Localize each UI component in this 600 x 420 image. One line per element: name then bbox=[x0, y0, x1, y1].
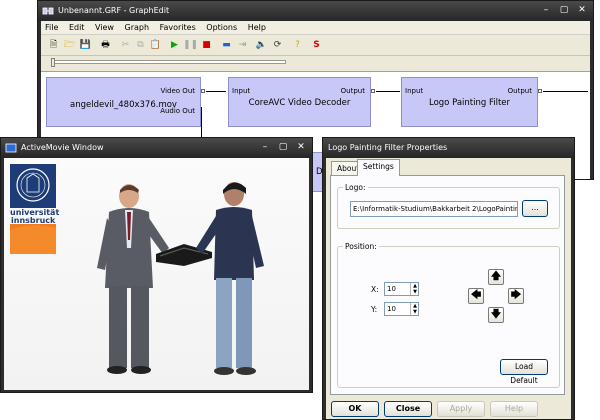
close-button[interactable]: Close bbox=[384, 401, 432, 417]
minimize-icon[interactable]: – bbox=[258, 141, 272, 154]
logo-text-line2: innsbruck bbox=[11, 216, 56, 225]
x-label: X: bbox=[371, 285, 379, 294]
menu-edit[interactable]: Edit bbox=[65, 21, 89, 32]
y-label: Y: bbox=[371, 305, 378, 314]
new-file-icon[interactable]: 🗎 bbox=[46, 38, 61, 53]
activemovie-titlebar[interactable]: ActiveMovie Window – ▢ ✕ bbox=[1, 138, 312, 158]
connection-2 bbox=[376, 91, 400, 92]
video-frame: universität innsbruck bbox=[4, 158, 309, 390]
menu-bar: File Edit View Graph Favorites Options H… bbox=[41, 21, 590, 35]
filter-decoder-name: CoreAVC Video Decoder bbox=[248, 98, 351, 108]
step-icon[interactable]: ⇥ bbox=[235, 38, 250, 53]
tab-settings[interactable]: Settings bbox=[357, 159, 400, 176]
hint-icon[interactable]: ? bbox=[290, 38, 305, 53]
pin-logo-input[interactable]: Input bbox=[405, 87, 423, 95]
pin-output-connector[interactable] bbox=[371, 89, 375, 93]
minimize-icon[interactable]: – bbox=[539, 4, 553, 17]
arrow-right-icon[interactable]: 🡆 bbox=[508, 288, 524, 304]
cut-icon[interactable]: ✂ bbox=[118, 38, 133, 53]
speaker-icon[interactable]: 🔈 bbox=[254, 38, 269, 53]
browse-button[interactable]: ... bbox=[522, 200, 548, 217]
print-icon[interactable]: 🖶 bbox=[98, 38, 113, 53]
logo-group: Logo: E:\Informatik-Studium\Bakkarbeit 2… bbox=[337, 183, 560, 229]
seek-thumb[interactable] bbox=[51, 58, 55, 67]
close-icon[interactable]: ✕ bbox=[294, 141, 308, 154]
young-man-figure bbox=[196, 182, 264, 375]
load-default-button[interactable]: Load Default bbox=[500, 359, 548, 385]
man-in-suit-figure bbox=[97, 184, 169, 374]
copy-icon[interactable]: ⧉ bbox=[133, 38, 148, 53]
settings-panel: Logo: E:\Informatik-Studium\Bakkarbeit 2… bbox=[330, 175, 565, 395]
graphedit-title: Unbenannt.GRF - GraphEdit bbox=[58, 6, 170, 15]
pin-video-out-connector[interactable] bbox=[201, 89, 205, 93]
y-spinner[interactable]: ▲ ▼ bbox=[410, 303, 419, 315]
pin-logo-output[interactable]: Output bbox=[508, 87, 532, 95]
open-folder-icon[interactable]: 🗁 bbox=[62, 38, 77, 53]
position-group-label: Position: bbox=[343, 242, 379, 251]
menu-options[interactable]: Options bbox=[202, 21, 241, 32]
filter-logo-painting[interactable]: Logo Painting Filter Input Output bbox=[401, 77, 538, 127]
help-button[interactable]: Help bbox=[490, 401, 538, 417]
menu-graph[interactable]: Graph bbox=[121, 21, 154, 32]
arrow-up-icon[interactable]: 🡅 bbox=[488, 269, 504, 285]
filter-source[interactable]: angeldevil_480x376.mov Video Out Audio O… bbox=[46, 77, 201, 127]
toolbar: 🗎 🗁 💾 🖶 ✂ ⧉ 📋 ▶ ❚❚ ■ ▬ ⇥ 🔈 ⟳ ? S bbox=[41, 35, 590, 56]
save-icon[interactable]: 💾 bbox=[78, 38, 93, 53]
pin-output[interactable]: Output bbox=[341, 87, 365, 95]
play-icon[interactable]: ▶ bbox=[167, 38, 182, 53]
menu-view[interactable]: View bbox=[91, 21, 118, 32]
maximize-icon[interactable]: ▢ bbox=[557, 4, 571, 17]
activemovie-app-icon bbox=[5, 143, 17, 153]
stop-icon[interactable]: ■ bbox=[199, 38, 214, 53]
ok-button[interactable]: OK bbox=[331, 401, 379, 417]
close-icon[interactable]: ✕ bbox=[575, 4, 589, 17]
properties-titlebar[interactable]: Logo Painting Filter Properties bbox=[323, 138, 574, 158]
pin-input[interactable]: Input bbox=[232, 87, 250, 95]
sync-icon[interactable]: S bbox=[309, 38, 324, 53]
graphedit-titlebar[interactable]: Unbenannt.GRF - GraphEdit – ▢ ✕ bbox=[38, 1, 593, 21]
menu-help[interactable]: Help bbox=[244, 21, 270, 32]
filter-logo-painting-name: Logo Painting Filter bbox=[428, 98, 510, 108]
x-spinner[interactable]: ▲ ▼ bbox=[410, 283, 419, 295]
apply-button[interactable]: Apply bbox=[437, 401, 485, 417]
filter-decoder[interactable]: CoreAVC Video Decoder Input Output bbox=[228, 77, 371, 127]
pin-video-out[interactable]: Video Out bbox=[160, 87, 195, 95]
seek-track[interactable] bbox=[51, 60, 286, 64]
seek-icon[interactable]: ▬ bbox=[219, 38, 234, 53]
spin-down-icon[interactable]: ▼ bbox=[411, 289, 419, 295]
menu-file[interactable]: File bbox=[41, 21, 62, 32]
activemovie-window: ActiveMovie Window – ▢ ✕ universität inn… bbox=[0, 137, 313, 393]
maximize-icon[interactable]: ▢ bbox=[276, 141, 290, 154]
paste-icon[interactable]: 📋 bbox=[148, 38, 163, 53]
properties-client: About Settings Logo: E:\Informatik-Studi… bbox=[326, 158, 571, 419]
position-group: Position: X: 10 ▲ ▼ Y: 10 ▲ ▼ 🡅 🡄 🡆 🡇 Lo… bbox=[337, 242, 560, 388]
connection-3 bbox=[543, 91, 588, 92]
arrow-down-icon[interactable]: 🡇 bbox=[488, 307, 504, 323]
arrow-left-icon[interactable]: 🡄 bbox=[468, 288, 484, 304]
menu-favorites[interactable]: Favorites bbox=[156, 21, 200, 32]
properties-title: Logo Painting Filter Properties bbox=[328, 143, 448, 152]
spin-down-icon[interactable]: ▼ bbox=[411, 309, 419, 315]
graphedit-app-icon bbox=[42, 7, 54, 15]
logo-group-label: Logo: bbox=[343, 183, 368, 192]
pin-audio-out[interactable]: Audio Out bbox=[160, 107, 195, 115]
logo-path-input[interactable]: E:\Informatik-Studium\Bakkarbeit 2\LogoP… bbox=[350, 201, 518, 217]
refresh-icon[interactable]: ⟳ bbox=[270, 38, 285, 53]
pause-icon[interactable]: ❚❚ bbox=[183, 38, 198, 53]
connection-1 bbox=[206, 91, 226, 92]
properties-dialog: Logo Painting Filter Properties About Se… bbox=[322, 137, 575, 420]
pin-logo-output-connector[interactable] bbox=[538, 89, 542, 93]
activemovie-title: ActiveMovie Window bbox=[21, 143, 104, 152]
